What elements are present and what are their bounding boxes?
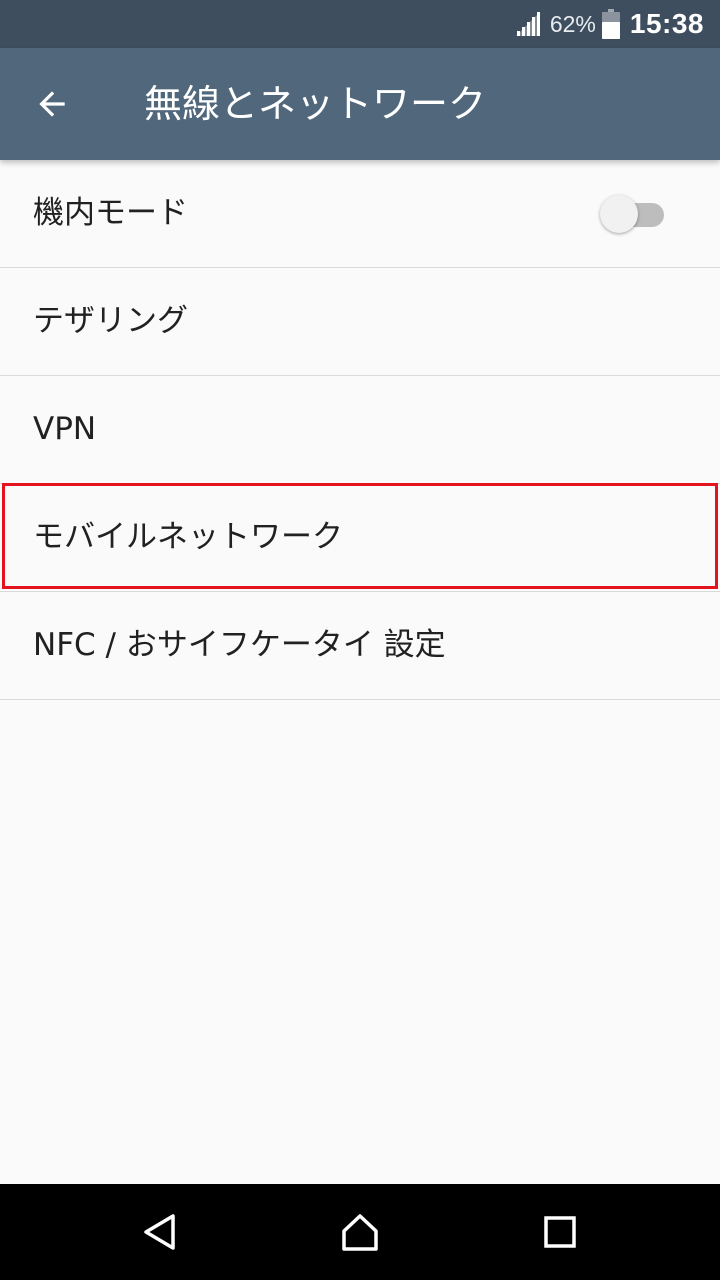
nav-recents-button[interactable] — [536, 1208, 584, 1256]
airplane-mode-toggle[interactable] — [600, 194, 666, 234]
mobile-network-label: モバイルネットワーク — [33, 519, 343, 555]
nav-home-button[interactable] — [336, 1208, 384, 1256]
nav-back-icon — [144, 1214, 175, 1250]
navigation-bar — [0, 1184, 720, 1280]
settings-list: 機内モード テザリング VPN モバイルネットワーク NFC / おサイフケータ… — [0, 160, 720, 700]
page-title: 無線とネットワーク — [144, 82, 487, 126]
list-item-vpn[interactable]: VPN — [0, 376, 720, 484]
vpn-label: VPN — [33, 411, 97, 447]
battery-icon — [601, 9, 620, 39]
status-bar: 62% 15:38 — [0, 0, 720, 48]
nav-recents-icon — [544, 1216, 576, 1248]
toggle-thumb — [600, 195, 638, 233]
nfc-osaifu-label: NFC / おサイフケータイ 設定 — [33, 627, 446, 663]
screen: 62% 15:38 無線とネットワーク 機内モード テザリング VPN モバイル… — [0, 0, 720, 1280]
airplane-mode-label: 機内モード — [33, 195, 188, 231]
list-item-mobile-network[interactable]: モバイルネットワーク — [0, 483, 720, 592]
tethering-label: テザリング — [33, 303, 188, 339]
nav-back-button[interactable] — [136, 1208, 184, 1256]
signal-icon — [515, 12, 540, 36]
status-icons: 62% 15:38 — [514, 0, 704, 48]
list-item-airplane-mode[interactable]: 機内モード — [0, 160, 720, 268]
clock: 15:38 — [629, 8, 704, 39]
list-item-nfc-osaifu[interactable]: NFC / おサイフケータイ 設定 — [0, 592, 720, 700]
battery-percentage: 62% — [549, 10, 596, 37]
back-button[interactable] — [24, 76, 80, 132]
app-bar: 無線とネットワーク — [0, 48, 720, 160]
list-item-tethering[interactable]: テザリング — [0, 268, 720, 376]
nav-home-icon — [342, 1214, 378, 1251]
arrow-back-icon — [39, 91, 65, 117]
